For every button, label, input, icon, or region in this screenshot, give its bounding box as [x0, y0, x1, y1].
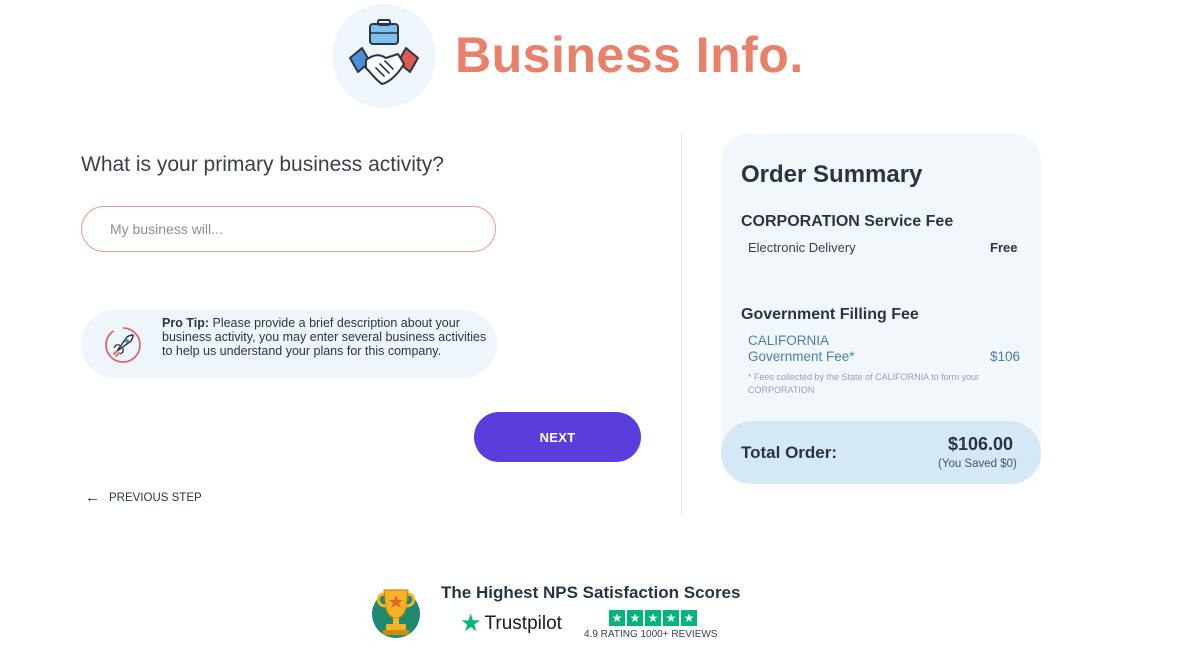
total-amount: $106.00 — [948, 434, 1014, 454]
state-name: CALIFORNIA — [748, 333, 830, 348]
column-divider — [681, 132, 682, 516]
state-fee-name: Government Fee* — [748, 349, 855, 364]
government-fee-title: Government Filling Fee — [741, 306, 919, 323]
star-icon: ★ — [627, 610, 643, 626]
star-icon: ★ — [681, 610, 697, 626]
rating-text: 4.9 RATING 1000+ REVIEWS — [584, 629, 718, 640]
question-heading: What is your primary business activity? — [81, 153, 444, 176]
arrow-left-icon: ← — [85, 489, 100, 506]
business-activity-field[interactable] — [81, 206, 496, 252]
trophy-icon — [372, 589, 420, 638]
total-saved: (You Saved $0) — [938, 458, 1017, 470]
page-title: Business Info. — [455, 27, 804, 83]
next-button[interactable]: NEXT — [474, 412, 641, 462]
pro-tip-body: Please provide a brief description about… — [162, 316, 487, 358]
business-info-hero-icon — [332, 4, 436, 108]
business-activity-input[interactable] — [108, 207, 472, 251]
delivery-value: Free — [990, 240, 1018, 255]
nps-headline: The Highest NPS Satisfaction Scores — [441, 583, 741, 602]
trustpilot-brand: Trustpilot — [484, 613, 562, 634]
rocket-icon — [105, 327, 141, 363]
trustpilot-star-icon: ★ — [460, 610, 482, 637]
service-fee-title: CORPORATION Service Fee — [741, 213, 954, 230]
fee-footnote: * Fees collected by the State of CALIFOR… — [748, 372, 980, 395]
delivery-label: Electronic Delivery — [748, 240, 856, 255]
pro-tip-text: Pro Tip: Please provide a brief descript… — [162, 316, 488, 358]
star-icon: ★ — [609, 610, 625, 626]
order-summary-title: Order Summary — [741, 161, 923, 188]
trustpilot-logo: ★ Trustpilot — [460, 612, 562, 636]
state-fee-price: $106 — [990, 349, 1021, 364]
previous-step-label: PREVIOUS STEP — [109, 492, 202, 504]
previous-step-link[interactable]: ← PREVIOUS STEP — [85, 489, 202, 506]
state-fee-label: CALIFORNIA Government Fee* — [748, 333, 855, 365]
star-icon: ★ — [663, 610, 679, 626]
pro-tip-label: Pro Tip: — [162, 316, 209, 330]
total-label: Total Order: — [741, 443, 838, 462]
rating-stars: ★ ★ ★ ★ ★ — [609, 610, 697, 626]
handshake-briefcase-icon — [349, 19, 419, 85]
star-icon: ★ — [645, 610, 661, 626]
